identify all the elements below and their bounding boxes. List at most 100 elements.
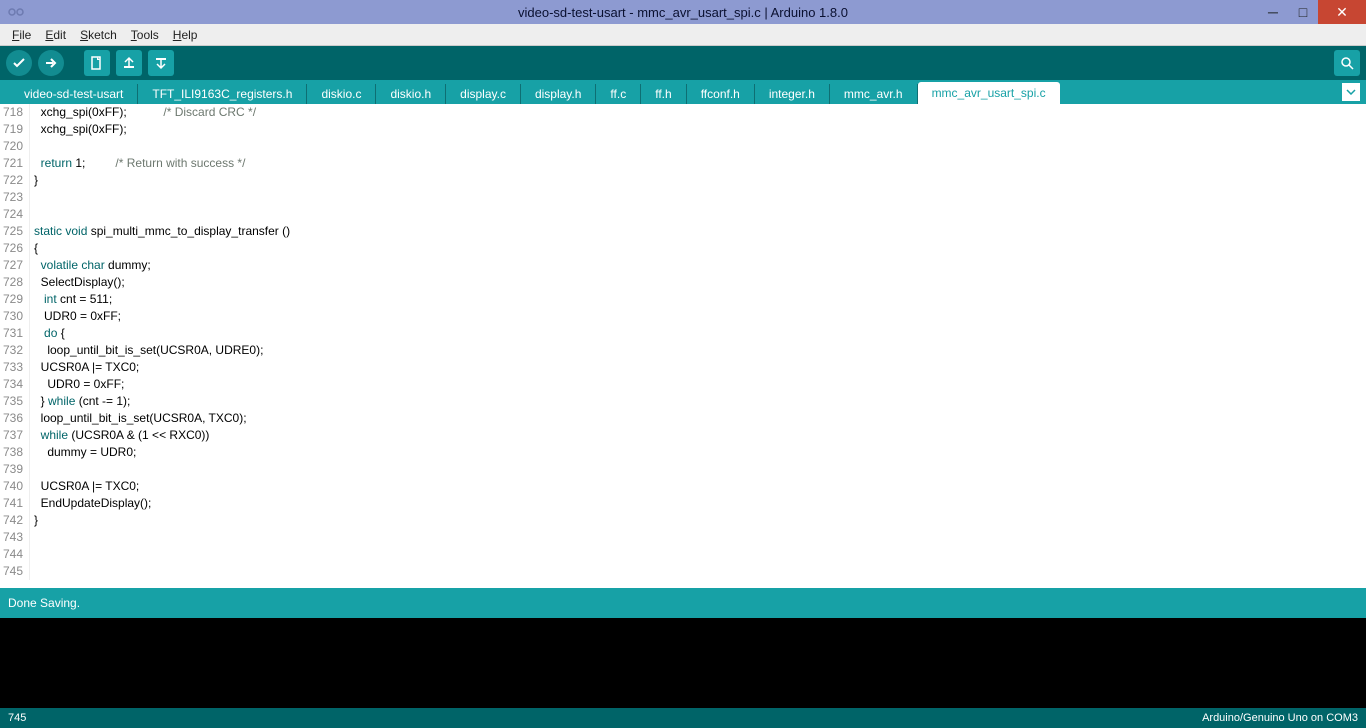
code-line[interactable]: 741 EndUpdateDisplay(); [0,495,1366,512]
line-number: 734 [0,376,30,393]
code-line[interactable]: 718 xchg_spi(0xFF); /* Discard CRC */ [0,104,1366,121]
line-content[interactable]: UDR0 = 0xFF; [30,376,124,393]
line-content[interactable]: { [30,240,38,257]
line-content[interactable]: do { [30,325,65,342]
menu-sketch[interactable]: Sketch [74,26,123,44]
code-line[interactable]: 727 volatile char dummy; [0,257,1366,274]
menu-edit[interactable]: Edit [39,26,72,44]
verify-button[interactable] [6,50,32,76]
code-line[interactable]: 722} [0,172,1366,189]
menu-bar: File Edit Sketch Tools Help [0,24,1366,46]
tab-ffconf-h[interactable]: ffconf.h [687,84,755,104]
line-content[interactable] [30,546,37,563]
line-content[interactable]: EndUpdateDisplay(); [30,495,151,512]
minimize-button[interactable]: ─ [1258,0,1288,24]
line-number: 738 [0,444,30,461]
line-content[interactable] [30,189,37,206]
tab-diskio-c[interactable]: diskio.c [307,84,376,104]
save-button[interactable] [148,50,174,76]
code-line[interactable]: 721 return 1; /* Return with success */ [0,155,1366,172]
menu-help[interactable]: Help [167,26,204,44]
close-button[interactable]: ✕ [1318,0,1366,24]
line-content[interactable] [30,529,37,546]
maximize-button[interactable]: □ [1288,0,1318,24]
code-editor[interactable]: 718 xchg_spi(0xFF); /* Discard CRC */719… [0,104,1366,588]
line-content[interactable] [30,138,37,155]
line-content[interactable]: while (UCSR0A & (1 << RXC0)) [30,427,209,444]
line-content[interactable]: } [30,512,38,529]
code-line[interactable]: 732 loop_until_bit_is_set(UCSR0A, UDRE0)… [0,342,1366,359]
line-content[interactable]: xchg_spi(0xFF); /* Discard CRC */ [30,104,256,121]
open-button[interactable] [116,50,142,76]
tab-integer-h[interactable]: integer.h [755,84,830,104]
line-content[interactable]: UCSR0A |= TXC0; [30,478,139,495]
line-number: 721 [0,155,30,172]
console[interactable] [0,618,1366,708]
serial-monitor-button[interactable] [1334,50,1360,76]
menu-file[interactable]: File [6,26,37,44]
line-number: 723 [0,189,30,206]
line-content[interactable]: loop_until_bit_is_set(UCSR0A, UDRE0); [30,342,263,359]
line-content[interactable]: UCSR0A |= TXC0; [30,359,139,376]
tab-display-h[interactable]: display.h [521,84,596,104]
line-content[interactable]: loop_until_bit_is_set(UCSR0A, TXC0); [30,410,247,427]
code-line[interactable]: 726{ [0,240,1366,257]
bottom-bar: 745 Arduino/Genuino Uno on COM3 [0,708,1366,728]
line-content[interactable] [30,206,37,223]
code-line[interactable]: 743 [0,529,1366,546]
tab-display-c[interactable]: display.c [446,84,521,104]
upload-button[interactable] [38,50,64,76]
line-content[interactable]: return 1; /* Return with success */ [30,155,245,172]
line-content[interactable]: } [30,172,38,189]
code-line[interactable]: 736 loop_until_bit_is_set(UCSR0A, TXC0); [0,410,1366,427]
line-number: 744 [0,546,30,563]
tab-dropdown-button[interactable] [1342,83,1360,101]
line-content[interactable]: UDR0 = 0xFF; [30,308,121,325]
status-text: Done Saving. [8,596,80,610]
code-line[interactable]: 730 UDR0 = 0xFF; [0,308,1366,325]
line-number: 720 [0,138,30,155]
code-line[interactable]: 723 [0,189,1366,206]
new-button[interactable] [84,50,110,76]
status-strip: Done Saving. [0,588,1366,618]
code-line[interactable]: 731 do { [0,325,1366,342]
code-line[interactable]: 745 [0,563,1366,580]
code-line[interactable]: 742} [0,512,1366,529]
code-line[interactable]: 719 xchg_spi(0xFF); [0,121,1366,138]
tab-tft-ili9163c-registers-h[interactable]: TFT_ILI9163C_registers.h [138,84,307,104]
line-content[interactable] [30,461,37,478]
line-content[interactable]: dummy = UDR0; [30,444,136,461]
line-number: 737 [0,427,30,444]
code-line[interactable]: 744 [0,546,1366,563]
code-line[interactable]: 737 while (UCSR0A & (1 << RXC0)) [0,427,1366,444]
line-number: 740 [0,478,30,495]
tab-ff-h[interactable]: ff.h [641,84,686,104]
tab-video-sd-test-usart[interactable]: video-sd-test-usart [10,84,138,104]
code-line[interactable]: 725static void spi_multi_mmc_to_display_… [0,223,1366,240]
line-content[interactable]: SelectDisplay(); [30,274,125,291]
line-content[interactable]: volatile char dummy; [30,257,151,274]
tab-ff-c[interactable]: ff.c [596,84,641,104]
code-line[interactable]: 735 } while (cnt -= 1); [0,393,1366,410]
code-line[interactable]: 724 [0,206,1366,223]
line-content[interactable]: int cnt = 511; [30,291,112,308]
code-line[interactable]: 720 [0,138,1366,155]
code-line[interactable]: 733 UCSR0A |= TXC0; [0,359,1366,376]
code-line[interactable]: 734 UDR0 = 0xFF; [0,376,1366,393]
tab-mmc-avr-usart-spi-c[interactable]: mmc_avr_usart_spi.c [918,82,1060,104]
line-content[interactable]: static void spi_multi_mmc_to_display_tra… [30,223,290,240]
code-line[interactable]: 729 int cnt = 511; [0,291,1366,308]
line-content[interactable]: xchg_spi(0xFF); [30,121,127,138]
code-line[interactable]: 738 dummy = UDR0; [0,444,1366,461]
line-number: 743 [0,529,30,546]
code-line[interactable]: 739 [0,461,1366,478]
menu-tools[interactable]: Tools [125,26,165,44]
code-line[interactable]: 740 UCSR0A |= TXC0; [0,478,1366,495]
code-line[interactable]: 728 SelectDisplay(); [0,274,1366,291]
line-number: 742 [0,512,30,529]
tab-bar: video-sd-test-usartTFT_ILI9163C_register… [0,80,1366,104]
tab-diskio-h[interactable]: diskio.h [376,84,446,104]
tab-mmc-avr-h[interactable]: mmc_avr.h [830,84,918,104]
line-content[interactable] [30,563,37,580]
line-content[interactable]: } while (cnt -= 1); [30,393,130,410]
